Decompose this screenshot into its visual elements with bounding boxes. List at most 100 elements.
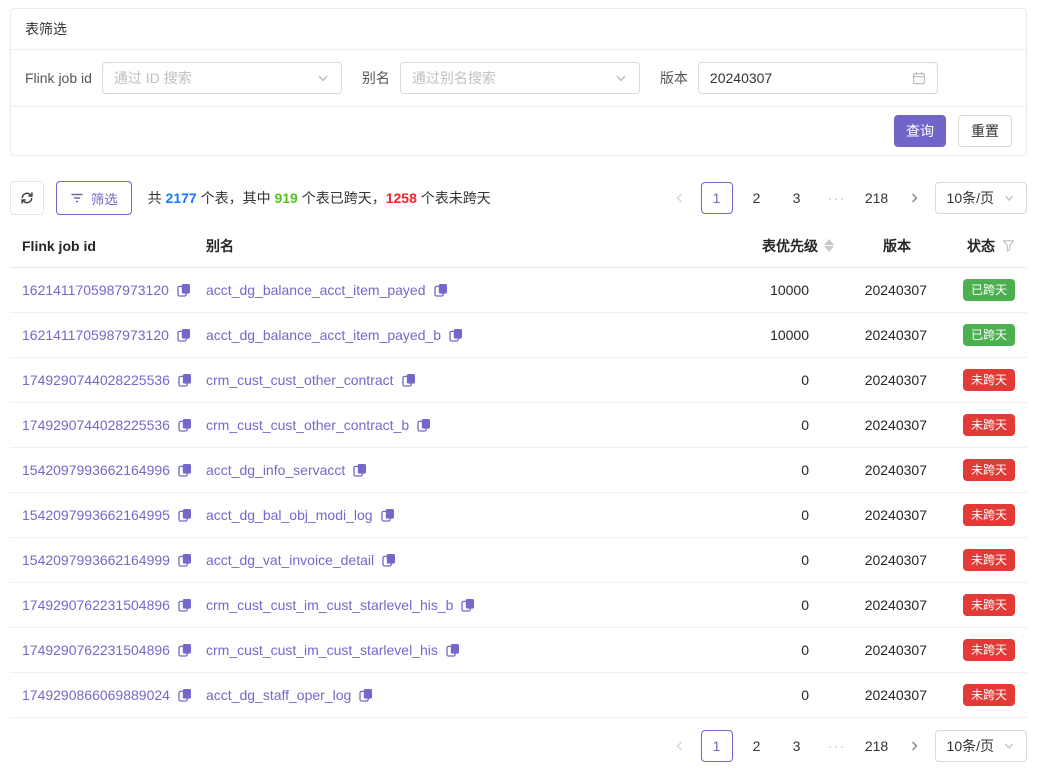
alias-link[interactable]: acct_dg_balance_acct_item_payed: [206, 282, 426, 298]
alias-link[interactable]: crm_cust_cust_im_cust_starlevel_his: [206, 642, 438, 658]
copy-icon[interactable]: [402, 373, 416, 387]
table-row: 1749290866069889024 acct_dg_staff_oper_l…: [10, 673, 1027, 718]
status-badge: 未跨天: [963, 369, 1015, 391]
next-page-button[interactable]: [901, 730, 927, 762]
copy-icon[interactable]: [178, 598, 192, 612]
alias-link[interactable]: acct_dg_vat_invoice_detail: [206, 552, 374, 568]
status-badge: 未跨天: [963, 504, 1015, 526]
reset-button[interactable]: 重置: [958, 115, 1012, 147]
priority-cell: 0: [672, 687, 842, 703]
copy-icon[interactable]: [178, 688, 192, 702]
version-date-input[interactable]: 20240307: [698, 62, 938, 94]
alias-link[interactable]: acct_dg_bal_obj_modi_log: [206, 507, 373, 523]
page-button-3[interactable]: 3: [781, 182, 813, 214]
prev-page-button[interactable]: [667, 730, 693, 762]
job-id-link[interactable]: 1621411705987973120: [22, 282, 169, 298]
version-cell: 20240307: [842, 327, 927, 343]
table-row: 1621411705987973120 acct_dg_balance_acct…: [10, 313, 1027, 358]
table-row: 1749290762231504896 crm_cust_cust_im_cus…: [10, 583, 1027, 628]
page-size-select[interactable]: 10条/页: [935, 730, 1027, 762]
priority-cell: 10000: [672, 282, 842, 298]
pagination: 123···218 10条/页: [667, 182, 1027, 214]
copy-icon[interactable]: [461, 598, 475, 612]
job-id-link[interactable]: 1749290762231504896: [22, 642, 170, 658]
filter-lines-icon: [70, 191, 84, 205]
next-page-button[interactable]: [901, 182, 927, 214]
priority-cell: 0: [672, 597, 842, 613]
job-id-link[interactable]: 1749290762231504896: [22, 597, 170, 613]
copy-icon[interactable]: [177, 328, 191, 342]
job-id-link[interactable]: 1749290866069889024: [22, 687, 170, 703]
filter-funnel-icon[interactable]: [1002, 239, 1015, 252]
pagination: 123···218 10条/页: [667, 730, 1027, 762]
copy-icon[interactable]: [449, 328, 463, 342]
page-button-218[interactable]: 218: [861, 730, 893, 762]
priority-cell: 0: [672, 642, 842, 658]
job-id-link[interactable]: 1542097993662164995: [22, 507, 170, 523]
filter-toggle-label: 筛选: [91, 189, 118, 208]
prev-page-button[interactable]: [667, 182, 693, 214]
alias-label: 别名: [362, 68, 390, 88]
page-button-2[interactable]: 2: [741, 182, 773, 214]
copy-icon[interactable]: [178, 508, 192, 522]
pages: 123···218: [701, 182, 893, 214]
copy-icon[interactable]: [417, 418, 431, 432]
refresh-button[interactable]: [10, 181, 44, 215]
job-id-link[interactable]: 1542097993662164999: [22, 552, 170, 568]
table-row: 1749290762231504896 crm_cust_cust_im_cus…: [10, 628, 1027, 673]
copy-icon[interactable]: [178, 418, 192, 432]
col-header-priority[interactable]: 表优先级: [672, 236, 842, 256]
filter-toggle-button[interactable]: 筛选: [56, 181, 132, 215]
copy-icon[interactable]: [359, 688, 373, 702]
alias-link[interactable]: crm_cust_cust_other_contract_b: [206, 417, 409, 433]
alias-placeholder: 通过别名搜索: [412, 68, 606, 88]
priority-cell: 0: [672, 552, 842, 568]
copy-icon[interactable]: [381, 508, 395, 522]
alias-link[interactable]: acct_dg_info_servacct: [206, 462, 345, 478]
col-header-status: 状态: [927, 236, 1027, 256]
alias-link[interactable]: acct_dg_balance_acct_item_payed_b: [206, 327, 441, 343]
page-ellipsis: ···: [821, 182, 853, 214]
alias-link[interactable]: crm_cust_cust_other_contract: [206, 372, 394, 388]
form-item-job-id: Flink job id 通过 ID 搜索: [25, 62, 342, 94]
job-id-link[interactable]: 1621411705987973120: [22, 327, 169, 343]
copy-icon[interactable]: [382, 553, 396, 567]
copy-icon[interactable]: [177, 283, 191, 297]
page-button-1[interactable]: 1: [701, 730, 733, 762]
form-item-version: 版本 20240307: [660, 62, 938, 94]
pagination-top: 123···218 10条/页: [667, 182, 1027, 214]
page-button-1[interactable]: 1: [701, 182, 733, 214]
page-button-2[interactable]: 2: [741, 730, 773, 762]
table-row: 1542097993662164999 acct_dg_vat_invoice_…: [10, 538, 1027, 583]
page-button-3[interactable]: 3: [781, 730, 813, 762]
pages: 123···218: [701, 730, 893, 762]
job-id-placeholder: 通过 ID 搜索: [114, 68, 308, 88]
version-cell: 20240307: [842, 597, 927, 613]
page-button-218[interactable]: 218: [861, 182, 893, 214]
filter-form: Flink job id 通过 ID 搜索 别名 通过别名搜索: [11, 50, 1026, 107]
col-header-job-id: Flink job id: [10, 238, 206, 254]
job-id-link[interactable]: 1542097993662164996: [22, 462, 170, 478]
copy-icon[interactable]: [178, 643, 192, 657]
search-button[interactable]: 查询: [894, 115, 946, 147]
filter-card-title: 表筛选: [11, 9, 1026, 50]
chevron-down-icon: [1003, 740, 1015, 752]
alias-link[interactable]: acct_dg_staff_oper_log: [206, 687, 351, 703]
copy-icon[interactable]: [434, 283, 448, 297]
alias-select[interactable]: 通过别名搜索: [400, 62, 640, 94]
job-id-link[interactable]: 1749290744028225536: [22, 417, 170, 433]
copy-icon[interactable]: [178, 463, 192, 477]
sort-icon[interactable]: [824, 239, 834, 252]
job-id-select[interactable]: 通过 ID 搜索: [102, 62, 342, 94]
table-body: 1621411705987973120 acct_dg_balance_acct…: [10, 268, 1027, 718]
copy-icon[interactable]: [178, 553, 192, 567]
filter-actions: 查询 重置: [11, 107, 1026, 155]
copy-icon[interactable]: [178, 373, 192, 387]
job-id-link[interactable]: 1749290744028225536: [22, 372, 170, 388]
table-row: 1749290744028225536 crm_cust_cust_other_…: [10, 358, 1027, 403]
stat-total: 2177: [166, 190, 197, 206]
copy-icon[interactable]: [353, 463, 367, 477]
alias-link[interactable]: crm_cust_cust_im_cust_starlevel_his_b: [206, 597, 453, 613]
page-size-select[interactable]: 10条/页: [935, 182, 1027, 214]
copy-icon[interactable]: [446, 643, 460, 657]
